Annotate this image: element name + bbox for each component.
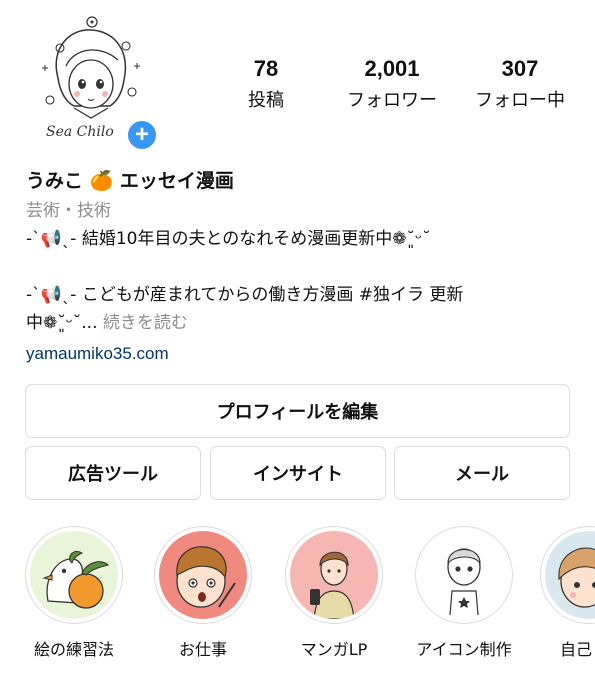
bio-line-3: 中❁˘͈ᵕ˘... 続きを読む [26,309,586,337]
followers-count: 2,001 [364,56,420,81]
highlight-label: マンガLP [300,640,368,659]
following-label: フォロー中 [475,90,565,111]
profile-category: 芸術・技術 [26,201,111,221]
highlight-label: お仕事 [178,640,227,659]
profile-website-link[interactable]: yamaumiko35.com [26,339,586,369]
posts-label: 投稿 [248,90,284,111]
following-count: 307 [501,56,539,81]
highlight-practice[interactable]: 絵の練習法 [22,526,126,660]
posts-count: 78 [253,56,279,81]
following-stat[interactable]: 307 フォロー中 [460,56,580,112]
bio-line-2: -ˋ📢ˎ- こどもが産まれてからの働き方漫画 #独イラ 更新 [26,285,464,305]
insights-button[interactable]: インサイト [210,446,386,500]
email-button[interactable]: メール [394,446,570,500]
profile-name: うみこ 🍊 エッセイ漫画 [26,170,234,192]
bio-line-1: -ˋ📢ˎ- 結婚10年目の夫とのなれそめ漫画更新中❁˘͈ᵕ˘ [26,229,431,249]
highlight-self[interactable]: 自己 [540,526,595,660]
bio-spacer [26,253,586,281]
highlight-label: 自己 [560,640,593,659]
phone-man-icon [310,551,355,619]
highlight-label: 絵の練習法 [33,640,114,659]
boy-sketch-icon [447,548,481,616]
followers-label: フォロワー [347,90,437,111]
plus-icon: + [134,121,149,148]
svg-text:Sea Chilo: Sea Chilo [46,124,114,140]
highlight-work[interactable]: お仕事 [151,526,255,660]
highlight-icon-making[interactable]: アイコン制作 [412,526,516,660]
bio-line-3-text: 中❁˘͈ᵕ˘... [26,313,98,333]
add-story-button[interactable]: + [124,117,160,153]
bird-orange-icon [42,550,110,609]
surprised-boy-icon [176,546,236,608]
posts-stat[interactable]: 78 投稿 [216,56,316,112]
read-more-link[interactable]: 続きを読む [103,313,188,333]
ad-tools-button[interactable]: 広告ツール [25,446,201,500]
girl-face-icon [558,547,595,608]
edit-profile-button[interactable]: プロフィールを編集 [25,384,570,438]
highlight-label: アイコン制作 [416,640,512,659]
highlight-manga-lp[interactable]: マンガLP [282,526,386,660]
followers-stat[interactable]: 2,001 フォロワー [332,56,452,112]
profile-bio: うみこ 🍊 エッセイ漫画 芸術・技術 -ˋ📢ˎ- 結婚10年目の夫とのなれそめ漫… [26,166,586,369]
